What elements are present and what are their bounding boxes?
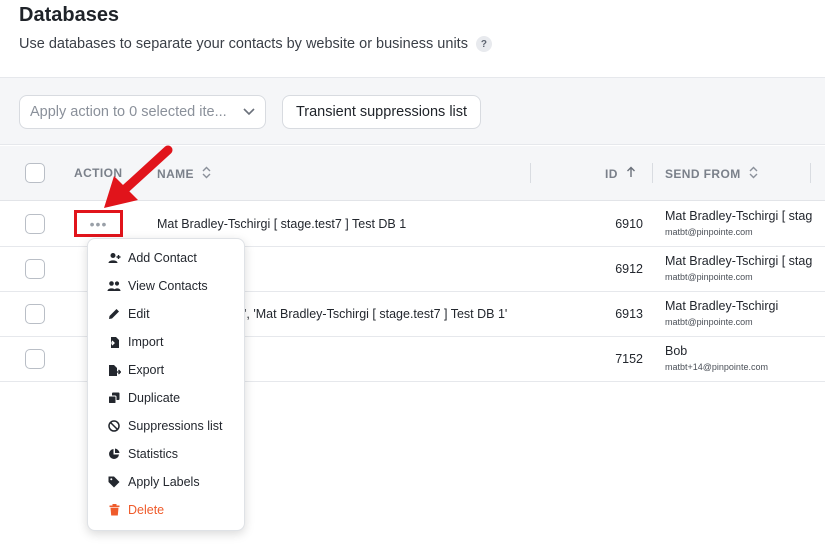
row-checkbox[interactable] <box>25 259 45 279</box>
row-checkbox[interactable] <box>25 304 45 324</box>
page-title: Databases <box>19 4 120 26</box>
column-header-send-from-label: SEND FROM <box>665 167 741 181</box>
send-from-email: matbt@pinpointe.com <box>665 227 753 237</box>
chevron-down-icon <box>243 105 255 119</box>
export-icon <box>107 363 121 377</box>
page-subtitle: Use databases to separate your contacts … <box>19 36 492 52</box>
menu-item-label: Import <box>128 335 164 349</box>
menu-item-label: Apply Labels <box>128 475 200 489</box>
pie-chart-icon <box>107 447 121 461</box>
import-icon <box>107 335 121 349</box>
menu-item-label: View Contacts <box>128 279 208 293</box>
add-user-icon <box>107 251 121 265</box>
send-from-name: Mat Bradley-Tschirgi <box>665 299 779 313</box>
row-checkbox[interactable] <box>25 214 45 234</box>
database-id: 6912 <box>615 262 643 276</box>
menu-item-label: Delete <box>128 503 165 517</box>
help-icon[interactable]: ? <box>475 36 492 52</box>
send-from-name: Bob <box>665 344 688 358</box>
database-id: 6910 <box>615 217 643 231</box>
annotation-arrow-icon <box>104 145 173 208</box>
menu-item-label: Duplicate <box>128 391 181 405</box>
menu-item-label: Suppressions list <box>128 419 223 433</box>
send-from-email: matbt@pinpointe.com <box>665 272 753 282</box>
tag-icon <box>107 475 121 489</box>
select-all-checkbox[interactable] <box>25 163 45 183</box>
menu-item-import[interactable]: Import <box>107 332 163 352</box>
column-header-id-label: ID <box>605 166 618 181</box>
database-id: 6913 <box>615 307 643 321</box>
send-from-name: Mat Bradley-Tschirgi [ stag <box>665 209 813 223</box>
pencil-icon <box>107 307 121 321</box>
menu-item-label: Edit <box>128 307 150 321</box>
menu-item-export[interactable]: Export <box>107 360 164 380</box>
menu-item-delete[interactable]: Delete <box>107 500 164 520</box>
menu-item-suppressions-list[interactable]: Suppressions list <box>107 416 223 436</box>
send-from-name: Mat Bradley-Tschirgi [ stag <box>665 254 813 268</box>
sort-asc-icon <box>626 166 636 181</box>
row-actions-button[interactable]: ••• <box>74 210 123 237</box>
menu-item-label: Add Contact <box>128 251 197 265</box>
menu-item-duplicate[interactable]: Duplicate <box>107 388 180 408</box>
column-separator <box>810 163 811 183</box>
trash-icon <box>107 503 121 517</box>
menu-item-label: Export <box>128 363 165 377</box>
send-from-email: matbt@pinpointe.com <box>665 317 753 327</box>
bulk-action-label: Apply action to 0 selected ite... <box>30 104 227 120</box>
sort-icon <box>749 166 758 182</box>
column-separator <box>530 163 531 183</box>
toolbar: Apply action to 0 selected ite... Transi… <box>0 77 825 145</box>
menu-item-label: Statistics <box>128 447 179 461</box>
menu-item-add-contact[interactable]: Add Contact <box>107 248 197 268</box>
menu-item-edit[interactable]: Edit <box>107 304 150 324</box>
row-actions-menu: Add Contact View Contacts Edit Import Ex… <box>87 238 245 531</box>
bulk-action-select[interactable]: Apply action to 0 selected ite... <box>19 95 266 129</box>
users-icon <box>107 279 121 293</box>
subtitle-text: Use databases to separate your contacts … <box>19 36 468 52</box>
menu-item-view-contacts[interactable]: View Contacts <box>107 276 208 296</box>
database-name[interactable]: Mat Bradley-Tschirgi [ stage.test7 ] Tes… <box>157 217 406 231</box>
menu-item-statistics[interactable]: Statistics <box>107 444 178 464</box>
menu-item-apply-labels[interactable]: Apply Labels <box>107 472 200 492</box>
row-checkbox[interactable] <box>25 349 45 369</box>
column-header-id[interactable]: ID <box>605 166 636 181</box>
column-separator <box>652 163 653 183</box>
send-from-email: matbt+14@pinpointe.com <box>665 362 768 372</box>
transient-suppressions-button[interactable]: Transient suppressions list <box>282 95 481 129</box>
column-header-send-from[interactable]: SEND FROM <box>665 166 758 182</box>
sort-icon <box>202 166 211 182</box>
database-name[interactable]: ', 'Mat Bradley-Tschirgi [ stage.test7 ]… <box>244 307 507 321</box>
database-id: 7152 <box>615 352 643 366</box>
ban-icon <box>107 419 121 433</box>
duplicate-icon <box>107 391 121 405</box>
